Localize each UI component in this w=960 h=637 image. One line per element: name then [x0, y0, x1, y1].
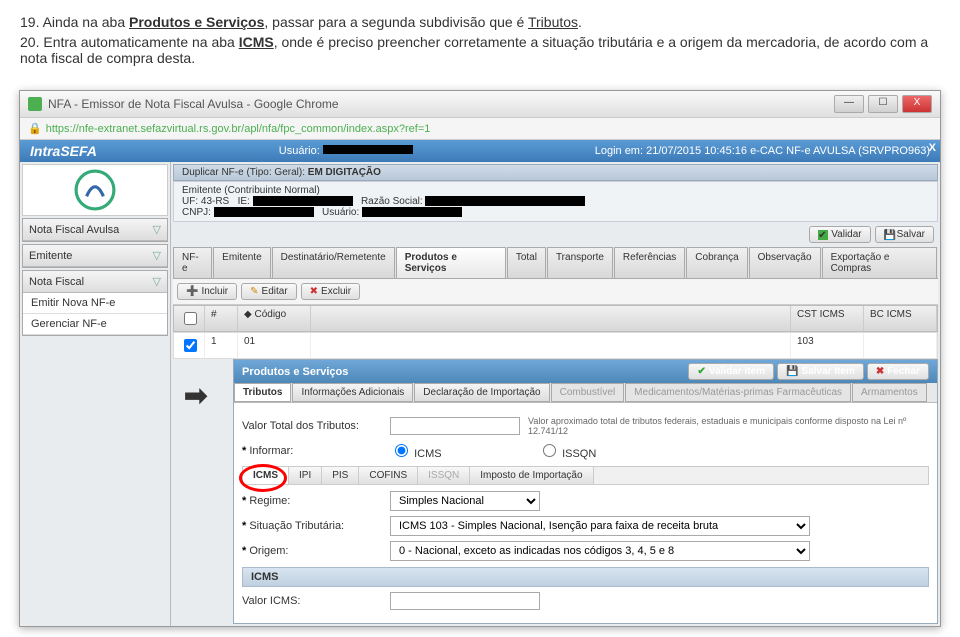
window-title: NFA - Emissor de Nota Fiscal Avulsa - Go…: [48, 97, 834, 111]
subtab-armamentos: Armamentos: [852, 383, 927, 402]
titlebar: NFA - Emissor de Nota Fiscal Avulsa - Go…: [20, 91, 940, 118]
browser-window: NFA - Emissor de Nota Fiscal Avulsa - Go…: [19, 90, 941, 627]
chevron-down-icon: ▽: [153, 249, 161, 262]
salvar-button[interactable]: 💾Salvar: [875, 226, 934, 243]
tab-total[interactable]: Total: [507, 247, 546, 278]
nav-gerenciar[interactable]: Gerenciar NF-e: [23, 314, 167, 335]
doc-line1: 19. Ainda na aba Produtos e Serviços, pa…: [20, 14, 940, 30]
sub-tabs: ➡ Tributos Informações Adicionais Declar…: [234, 383, 937, 403]
regime-select[interactable]: Simples Nacional: [390, 491, 540, 511]
tab2-imposto-importacao[interactable]: Imposto de Importação: [470, 467, 593, 484]
app-banner: IntraSEFA Usuário: Login em: 21/07/2015 …: [20, 140, 940, 162]
nav-main[interactable]: Nota Fiscal Avulsa▽: [23, 219, 167, 241]
tab-destinatario[interactable]: Destinatário/Remetente: [272, 247, 395, 278]
tab2-cofins[interactable]: COFINS: [359, 467, 418, 484]
info-bar: Emitente (Contribuinte Normal) UF: 43-RS…: [173, 181, 938, 222]
tab-produtos[interactable]: Produtos e Serviços: [396, 247, 506, 278]
tab-observacao[interactable]: Observação: [749, 247, 821, 278]
excluir-button[interactable]: ✖Excluir: [301, 283, 360, 300]
subtab-tributos[interactable]: Tributos: [234, 383, 291, 402]
fechar-button[interactable]: ✖Fechar: [867, 363, 929, 380]
tab-referencias[interactable]: Referências: [614, 247, 685, 278]
minimize-button[interactable]: —: [834, 95, 864, 113]
breadcrumb: Duplicar NF-e (Tipo: Geral): EM DIGITAÇÃ…: [173, 164, 938, 181]
origem-label: Origem:: [242, 545, 382, 557]
table-row[interactable]: 1 01 103: [173, 332, 938, 359]
subtab-combustivel: Combustível: [551, 383, 625, 402]
subtab-info-adicionais[interactable]: Informações Adicionais: [292, 383, 413, 402]
favicon-icon: [28, 97, 42, 111]
situacao-label: Situação Tributária:: [242, 520, 382, 532]
vtot-input[interactable]: [390, 417, 520, 435]
nav-nota-fiscal[interactable]: Nota Fiscal▽: [23, 271, 167, 293]
informar-label: Informar:: [242, 445, 382, 457]
tab2-ipi[interactable]: IPI: [289, 467, 322, 484]
vtot-label: Valor Total dos Tributos:: [242, 420, 382, 432]
tab-emitente[interactable]: Emitente: [213, 247, 270, 278]
sidebar: Nota Fiscal Avulsa▽ Emitente▽ Nota Fisca…: [20, 162, 171, 626]
select-all-checkbox[interactable]: [184, 312, 197, 325]
validar-button[interactable]: ✔Validar: [809, 226, 870, 243]
radio-issqn[interactable]: [543, 444, 556, 457]
logo: [22, 164, 168, 216]
lock-icon: 🔒: [28, 122, 42, 135]
icms-section-header: ICMS: [242, 567, 929, 587]
subtab-medicamentos: Medicamentos/Matérias-primas Farmacêutic…: [625, 383, 851, 402]
tab2-icms[interactable]: ICMS: [243, 467, 289, 484]
arrow-annotation-icon: ➡: [184, 379, 207, 412]
salvar-item-button[interactable]: 💾Salvar Item: [777, 363, 864, 380]
vtot-note: Valor aproximado total de tributos feder…: [528, 416, 929, 436]
editar-button[interactable]: ✎Editar: [241, 283, 297, 300]
maximize-button[interactable]: ☐: [868, 95, 898, 113]
nav-emitir[interactable]: Emitir Nova NF-e: [23, 293, 167, 314]
tab2-pis[interactable]: PIS: [322, 467, 359, 484]
tab-exportacao[interactable]: Exportação e Compras: [822, 247, 937, 278]
close-button[interactable]: X: [902, 95, 932, 113]
valor-icms-label: Valor ICMS:: [242, 595, 382, 607]
tab2-issqn: ISSQN: [418, 467, 470, 484]
tab-transporte[interactable]: Transporte: [547, 247, 613, 278]
url-bar[interactable]: 🔒 https://nfe-extranet.sefazvirtual.rs.g…: [20, 118, 940, 140]
banner-close-icon[interactable]: X: [929, 142, 936, 154]
origem-select[interactable]: 0 - Nacional, exceto as indicadas nos có…: [390, 541, 810, 561]
doc-line2: 20. Entra automaticamente na aba ICMS, o…: [20, 34, 940, 66]
row-checkbox[interactable]: [184, 339, 197, 352]
incluir-button[interactable]: ➕Incluir: [177, 283, 237, 300]
grid-header: # ◆ Código CST ICMS BC ICMS: [173, 305, 938, 332]
validar-item-button[interactable]: ✔Validar Item: [688, 363, 774, 380]
radio-icms[interactable]: [395, 444, 408, 457]
chevron-down-icon: ▽: [153, 223, 161, 236]
nav-emitente[interactable]: Emitente▽: [23, 245, 167, 267]
regime-label: Regime:: [242, 495, 382, 507]
url-text: https://nfe-extranet.sefazvirtual.rs.gov…: [46, 123, 431, 135]
subtab-declaracao[interactable]: Declaração de Importação: [414, 383, 549, 402]
brand: IntraSEFA: [30, 143, 97, 159]
tab-nfe[interactable]: NF-e: [173, 247, 212, 278]
main-tabs: NF-e Emitente Destinatário/Remetente Pro…: [173, 247, 938, 279]
panel-header: Produtos e Serviços ✔Validar Item 💾Salva…: [234, 360, 937, 383]
chevron-down-icon: ▽: [153, 275, 161, 288]
valor-icms-input[interactable]: [390, 592, 540, 610]
tab-cobranca[interactable]: Cobrança: [686, 247, 747, 278]
situacao-select[interactable]: ICMS 103 - Simples Nacional, Isenção par…: [390, 516, 810, 536]
login-info: Login em: 21/07/2015 10:45:16 e-CAC NF-e…: [595, 145, 930, 157]
